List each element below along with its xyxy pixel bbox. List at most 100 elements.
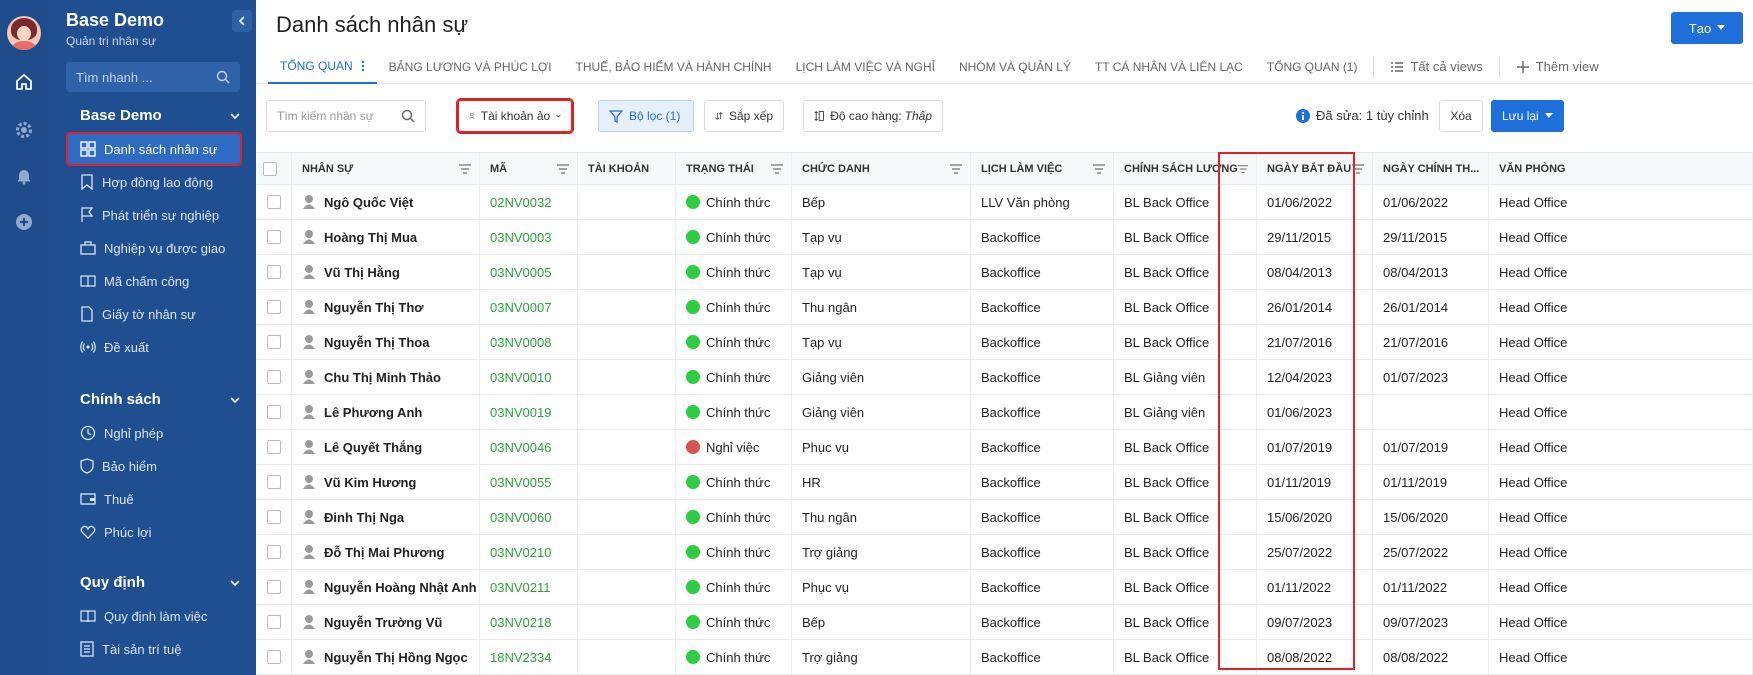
table-row[interactable]: Hoàng Thị Mua 03NV0003 Chính thức Tạp vụ Bac… [256,220,1753,255]
row-checkbox[interactable] [266,440,281,454]
row-checkbox[interactable] [266,265,281,279]
column-filter-icon[interactable] [1352,163,1364,174]
row-checkbox[interactable] [266,650,281,664]
employee-name[interactable]: Lê Phương Anh [324,405,422,420]
home-icon[interactable] [12,70,36,94]
sidebar-item-proposals[interactable]: Đề xuất [68,332,240,362]
column-filter-icon[interactable] [557,163,569,174]
group-regulations[interactable]: Quy định [80,574,240,591]
table-row[interactable]: Lê Phương Anh 03NV0019 Chính thức Giảng viê… [256,395,1753,430]
employee-name[interactable]: Lê Quyết Thắng [324,440,422,455]
cell-employee[interactable]: Nguyễn Trường Vũ [292,605,480,639]
cell-employee[interactable]: Đỗ Thị Mai Phương [292,535,480,569]
employee-search-input[interactable]: Tìm kiếm nhân sự [266,100,426,132]
cell-employee[interactable]: Nguyễn Thị Thơ [292,290,480,324]
row-checkbox[interactable] [266,580,281,594]
cell-checkbox[interactable] [256,325,292,359]
cell-employee[interactable]: Vũ Thị Hằng [292,255,480,289]
row-checkbox[interactable] [266,195,281,209]
tab-groups-management[interactable]: NHÓM VÀ QUẢN LÝ [947,50,1083,84]
employee-name[interactable]: Ngô Quốc Việt [324,195,413,210]
virtual-account-dropdown[interactable]: Tài khoản ảo [456,98,574,134]
group-base-demo[interactable]: Base Demo [80,107,240,124]
cell-checkbox[interactable] [256,500,292,534]
quick-search-input[interactable]: Tìm nhanh ... [66,62,240,92]
tab-tax-insurance[interactable]: THUẾ, BẢO HIỂM VÀ HÀNH CHÍNH [564,50,784,84]
gear-icon[interactable] [12,118,36,142]
header-employee[interactable]: NHÂN SỰ [292,153,480,184]
column-filter-icon[interactable] [459,163,471,174]
employee-name[interactable]: Nguyễn Thị Thoa [324,335,429,350]
sidebar-item-tax[interactable]: Thuế [68,484,240,514]
cell-checkbox[interactable] [256,360,292,394]
cell-employee[interactable]: Vũ Kim Hương [292,465,480,499]
cell-employee[interactable]: Lê Phương Anh [292,395,480,429]
cell-checkbox[interactable] [256,220,292,254]
cell-checkbox[interactable] [256,185,292,219]
cell-checkbox[interactable] [256,605,292,639]
sidebar-item-work-rules[interactable]: Quy định làm việc [68,601,240,631]
row-checkbox[interactable] [266,475,281,489]
header-account[interactable]: TÀI KHOẢN [578,153,676,184]
row-height-button[interactable]: Độ cao hàng: Thấp [803,100,943,132]
header-official-date[interactable]: NGÀY CHÍNH TH... [1373,153,1489,184]
header-salary-policy[interactable]: CHÍNH SÁCH LƯƠNG [1114,153,1257,184]
table-row[interactable]: Đinh Thị Nga 03NV0060 Chính thức Thu ngân Ba… [256,500,1753,535]
employee-name[interactable]: Nguyễn Thị Hồng Ngọc [324,650,468,665]
tab-overview-1[interactable]: TỔNG QUAN (1) [1255,50,1370,84]
table-row[interactable]: Chu Thị Minh Thảo 03NV0010 Chính thức Giảng… [256,360,1753,395]
cell-checkbox[interactable] [256,255,292,289]
table-row[interactable]: Đỗ Thị Mai Phương 03NV0210 Chính thức Trợ g… [256,535,1753,570]
employee-name[interactable]: Nguyễn Hoàng Nhật Anh [324,580,477,595]
sidebar-item-benefits[interactable]: Phúc lợi [68,517,240,547]
sidebar-item-employee-list[interactable]: Danh sách nhân sự [66,132,242,166]
header-schedule[interactable]: LỊCH LÀM VIỆC [971,153,1114,184]
group-policies[interactable]: Chính sách [80,391,240,408]
tab-personal-contact[interactable]: TT CÁ NHÂN VÀ LIÊN LẠC [1083,50,1255,84]
cell-employee[interactable]: Chu Thị Minh Thảo [292,360,480,394]
cell-checkbox[interactable] [256,290,292,324]
sidebar-item-insurance[interactable]: Bảo hiểm [68,451,240,481]
header-status[interactable]: TRẠNG THÁI [676,153,792,184]
create-button[interactable]: Tạo [1671,12,1743,44]
row-checkbox[interactable] [266,335,281,349]
collapse-sidebar-button[interactable] [232,10,252,32]
table-row[interactable]: Nguyễn Thị Thoa 03NV0008 Chính thức Tạp vụ B… [256,325,1753,360]
add-view-button[interactable]: Thêm view [1504,59,1611,74]
sidebar-item-assigned-tasks[interactable]: Nghiệp vụ được giao [68,233,240,263]
all-views-button[interactable]: Tất cả views [1378,59,1494,74]
sidebar-item-career[interactable]: Phát triển sự nghiệp [68,200,240,230]
table-row[interactable]: Lê Quyết Thắng 03NV0046 Nghỉ việc Phục vụ Ba… [256,430,1753,465]
employee-name[interactable]: Chu Thị Minh Thảo [324,370,441,385]
header-start-date[interactable]: NGÀY BẮT ĐẦU [1257,153,1373,184]
tab-schedule-leave[interactable]: LỊCH LÀM VIỆC VÀ NGHỈ [784,50,947,84]
sidebar-item-intellectual-property[interactable]: Tài sản trí tuệ [68,634,240,664]
save-button[interactable]: Lưu lại [1491,100,1564,132]
row-checkbox[interactable] [266,300,281,314]
cell-employee[interactable]: Hoàng Thị Mua [292,220,480,254]
column-filter-icon[interactable] [1237,164,1248,174]
row-checkbox[interactable] [266,405,281,419]
cell-employee[interactable]: Ngô Quốc Việt [292,185,480,219]
user-avatar[interactable] [7,16,41,50]
cell-checkbox[interactable] [256,640,292,674]
column-filter-icon[interactable] [950,163,962,174]
tab-payroll-benefits[interactable]: BẢNG LƯƠNG VÀ PHÚC LỢI [377,50,564,84]
employee-name[interactable]: Vũ Kim Hương [324,475,416,490]
column-filter-icon[interactable] [771,163,783,174]
add-circle-icon[interactable] [12,210,36,234]
employee-name[interactable]: Nguyễn Trường Vũ [324,615,442,630]
column-filter-icon[interactable] [1479,164,1480,174]
cell-employee[interactable]: Nguyễn Hoàng Nhật Anh [292,570,480,604]
table-row[interactable]: Nguyễn Hoàng Nhật Anh 03NV0211 Chính thức P… [256,570,1753,605]
header-code[interactable]: MÃ [480,153,578,184]
cell-employee[interactable]: Nguyễn Thị Hồng Ngọc [292,640,480,674]
employee-name[interactable]: Nguyễn Thị Thơ [324,300,424,315]
cell-employee[interactable]: Lê Quyết Thắng [292,430,480,464]
row-checkbox[interactable] [266,230,281,244]
tab-overview[interactable]: TỔNG QUAN [268,50,377,84]
table-row[interactable]: Nguyễn Trường Vũ 03NV0218 Chính thức Bếp Bac… [256,605,1753,640]
cell-employee[interactable]: Đinh Thị Nga [292,500,480,534]
cell-checkbox[interactable] [256,570,292,604]
cell-checkbox[interactable] [256,465,292,499]
